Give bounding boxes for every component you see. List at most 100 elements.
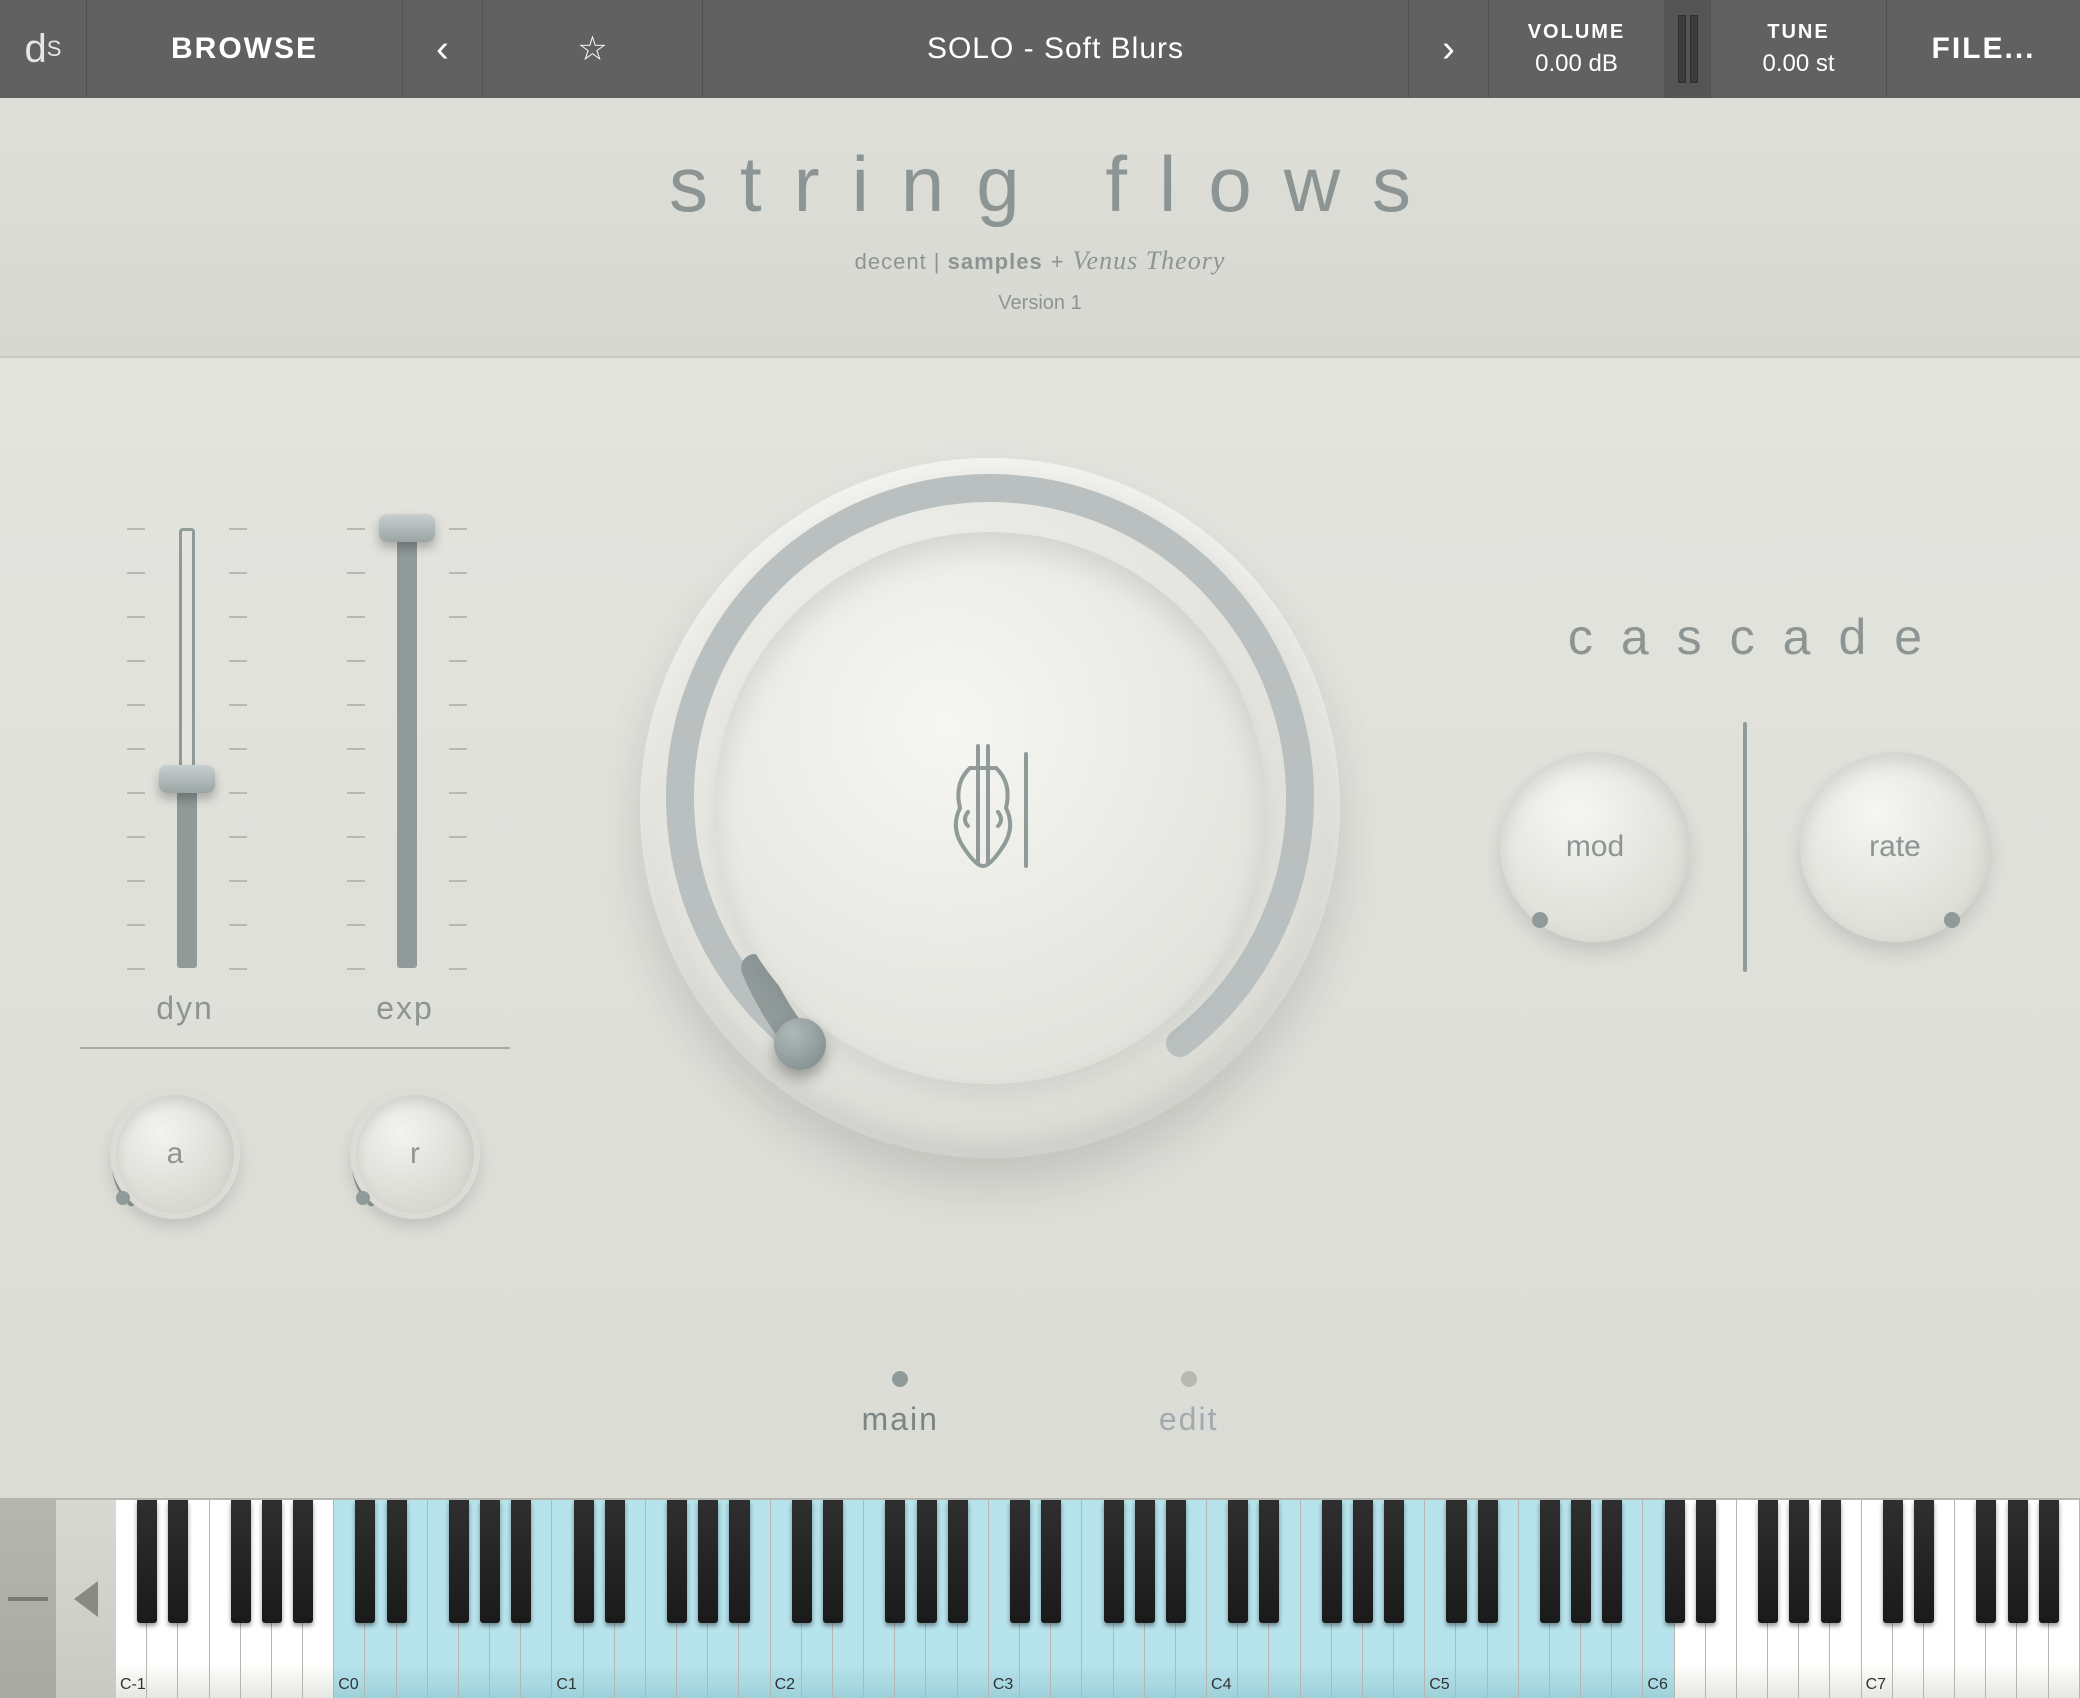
black-key[interactable] (574, 1500, 594, 1623)
black-key[interactable] (948, 1500, 968, 1623)
octave-label: C1 (556, 1676, 576, 1694)
black-key[interactable] (605, 1500, 625, 1623)
black-key[interactable] (1696, 1500, 1716, 1623)
next-preset-button[interactable]: › (1408, 0, 1488, 98)
black-key[interactable] (449, 1500, 469, 1623)
black-key[interactable] (729, 1500, 749, 1623)
black-key[interactable] (1259, 1500, 1279, 1623)
black-key[interactable] (885, 1500, 905, 1623)
volume-control[interactable]: VOLUME 0.00 dB (1488, 0, 1664, 98)
attack-label: a (110, 1089, 240, 1219)
octave-label: C-1 (120, 1676, 146, 1694)
octave-label: C5 (1429, 1676, 1449, 1694)
favorite-toggle[interactable]: ☆ (482, 0, 702, 98)
black-key[interactable] (1446, 1500, 1466, 1623)
dynamics-section: dyn exp a r (80, 528, 510, 1219)
exp-slider[interactable] (365, 528, 445, 968)
black-key[interactable] (1758, 1500, 1778, 1623)
dyn-slider[interactable] (145, 528, 225, 968)
tab-main[interactable]: main (862, 1371, 939, 1438)
black-key[interactable] (1540, 1500, 1560, 1623)
logo-letter: d (25, 27, 47, 72)
main-panel: dyn exp a r (0, 358, 2080, 1498)
tune-value: 0.00 st (1762, 50, 1834, 78)
black-key[interactable] (1166, 1500, 1186, 1623)
black-key[interactable] (2008, 1500, 2028, 1623)
tab-main-label: main (862, 1401, 939, 1438)
black-key[interactable] (1602, 1500, 1622, 1623)
octave-label: C6 (1647, 1676, 1667, 1694)
rate-label: rate (1800, 752, 1990, 942)
volume-label: VOLUME (1528, 21, 1626, 44)
black-key[interactable] (1571, 1500, 1591, 1623)
file-menu-button[interactable]: FILE... (1886, 0, 2080, 98)
release-knob[interactable]: r (350, 1089, 480, 1219)
black-key[interactable] (1010, 1500, 1030, 1623)
black-key[interactable] (1353, 1500, 1373, 1623)
black-key[interactable] (2039, 1500, 2059, 1623)
black-key[interactable] (917, 1500, 937, 1623)
mod-label: mod (1500, 752, 1690, 942)
cascade-separator (1743, 722, 1747, 972)
black-key[interactable] (1135, 1500, 1155, 1623)
black-key[interactable] (262, 1500, 282, 1623)
attack-knob[interactable]: a (110, 1089, 240, 1219)
keyboard-scroll-left[interactable] (56, 1500, 116, 1698)
black-key[interactable] (1228, 1500, 1248, 1623)
title-banner: string flows decent | samples+Venus Theo… (0, 98, 2080, 358)
tune-label: TUNE (1767, 21, 1829, 44)
tab-edit[interactable]: edit (1159, 1371, 1219, 1438)
mod-knob[interactable]: mod (1500, 752, 1690, 942)
octave-label: C3 (993, 1676, 1013, 1694)
browse-button[interactable]: BROWSE (86, 0, 402, 98)
violin-icon (640, 458, 1340, 1158)
octave-label: C0 (338, 1676, 358, 1694)
piano-keyboard[interactable]: C-1C0C1C2C3C4C5C6C7 (116, 1500, 2080, 1698)
black-key[interactable] (511, 1500, 531, 1623)
prev-preset-button[interactable]: ‹ (402, 0, 482, 98)
black-key[interactable] (168, 1500, 188, 1623)
black-key[interactable] (1322, 1500, 1342, 1623)
black-key[interactable] (1041, 1500, 1061, 1623)
main-knob[interactable] (640, 458, 1340, 1158)
tab-row: main edit (0, 1371, 2080, 1438)
black-key[interactable] (1914, 1500, 1934, 1623)
preset-name-display[interactable]: SOLO - Soft Blurs (702, 0, 1408, 98)
black-key[interactable] (1478, 1500, 1498, 1623)
octave-label: C2 (775, 1676, 795, 1694)
black-key[interactable] (1384, 1500, 1404, 1623)
cascade-section: cascade mod rate (1500, 608, 1990, 972)
black-key[interactable] (355, 1500, 375, 1623)
star-icon: ☆ (577, 29, 607, 69)
black-key[interactable] (480, 1500, 500, 1623)
tab-edit-indicator-icon (1181, 1371, 1197, 1387)
credits-line: decent | samples+Venus Theory (855, 246, 1226, 276)
section-divider (80, 1047, 510, 1049)
black-key[interactable] (792, 1500, 812, 1623)
black-key[interactable] (1104, 1500, 1124, 1623)
rate-knob[interactable]: rate (1800, 752, 1990, 942)
black-key[interactable] (1821, 1500, 1841, 1623)
black-key[interactable] (387, 1500, 407, 1623)
triangle-left-icon (74, 1581, 98, 1617)
black-key[interactable] (823, 1500, 843, 1623)
volume-value: 0.00 dB (1535, 50, 1618, 78)
black-key[interactable] (231, 1500, 251, 1623)
dyn-label: dyn (145, 990, 225, 1027)
tab-main-indicator-icon (892, 1371, 908, 1387)
black-key[interactable] (293, 1500, 313, 1623)
black-key[interactable] (1789, 1500, 1809, 1623)
version-label: Version 1 (998, 292, 1081, 315)
exp-label: exp (365, 990, 445, 1027)
black-key[interactable] (1976, 1500, 1996, 1623)
black-key[interactable] (1883, 1500, 1903, 1623)
black-key[interactable] (1665, 1500, 1685, 1623)
black-key[interactable] (698, 1500, 718, 1623)
black-key[interactable] (667, 1500, 687, 1623)
keyboard-left-handle[interactable] (0, 1500, 56, 1698)
tab-edit-label: edit (1159, 1401, 1219, 1438)
tune-control[interactable]: TUNE 0.00 st (1710, 0, 1886, 98)
black-key[interactable] (137, 1500, 157, 1623)
top-bar: dS BROWSE ‹ ☆ SOLO - Soft Blurs › VOLUME… (0, 0, 2080, 98)
plugin-logo: dS (0, 0, 86, 98)
